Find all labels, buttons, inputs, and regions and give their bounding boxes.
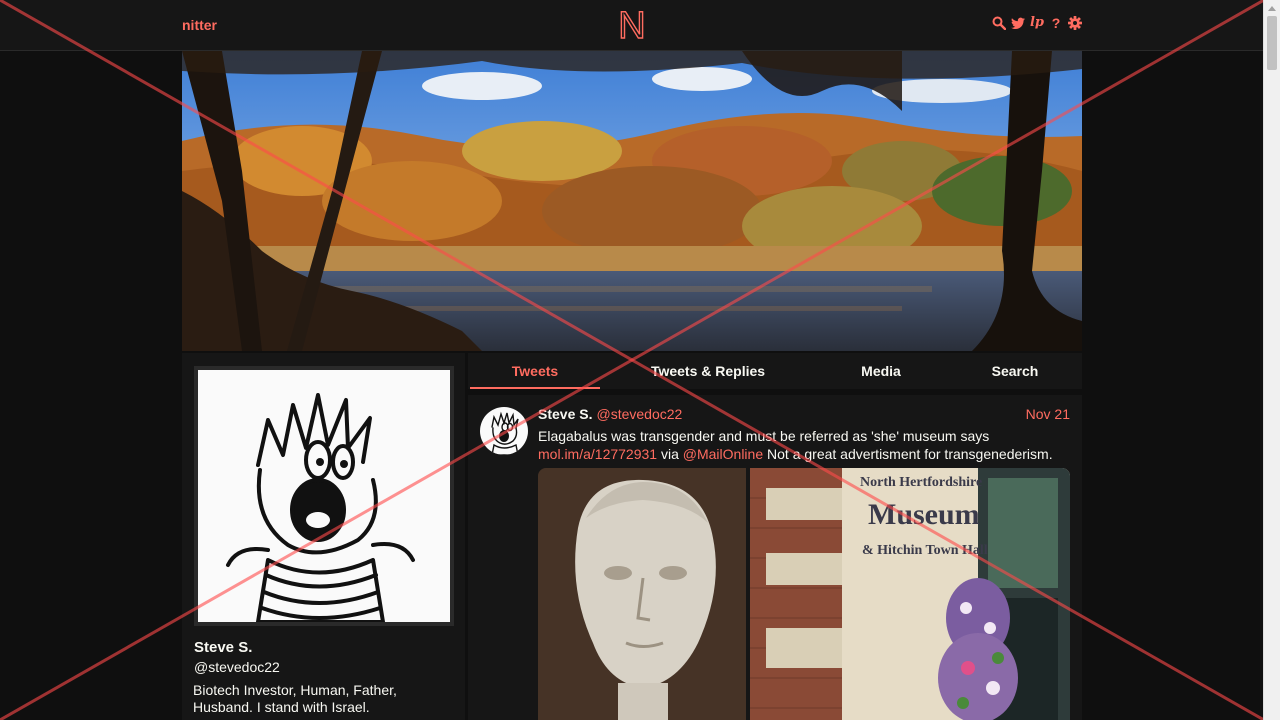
tweet-text-via: via xyxy=(657,446,683,462)
tab-tweets-replies[interactable]: Tweets & Replies xyxy=(602,353,814,389)
scroll-up-arrow-icon[interactable] xyxy=(1268,6,1276,11)
nav-icons: lp ? xyxy=(992,16,1082,30)
museum-sign-line3: & Hitchin Town Hall xyxy=(862,543,988,558)
tweet-content: Elagabalus was transgender and must be r… xyxy=(538,427,1068,463)
tweet-date[interactable]: Nov 21 xyxy=(1026,406,1070,422)
museum-sign-line2: Museum xyxy=(868,498,980,531)
profile-username[interactable]: @stevedoc22 xyxy=(194,659,280,675)
search-icon[interactable] xyxy=(992,16,1006,30)
timeline-tabs: Tweets Tweets & Replies Media Search xyxy=(468,353,1082,389)
tweet-fullname[interactable]: Steve S. xyxy=(538,406,592,422)
profile-avatar[interactable] xyxy=(194,366,454,626)
gear-icon[interactable] xyxy=(1068,16,1082,30)
tab-tweets[interactable]: Tweets xyxy=(468,353,602,389)
tweet-avatar[interactable] xyxy=(480,407,528,455)
brand-link[interactable]: nitter xyxy=(182,17,217,33)
avatar-image xyxy=(198,370,450,622)
logo-letter: N xyxy=(618,7,645,43)
liberapay-icon[interactable]: lp xyxy=(1030,16,1044,30)
museum-sign-line1: North Hertfordshire xyxy=(860,475,982,490)
timeline: Tweets Tweets & Replies Media Search Ste… xyxy=(468,353,1082,720)
twitter-bird-icon[interactable] xyxy=(1011,16,1025,30)
tab-search[interactable]: Search xyxy=(948,353,1082,389)
attachment-image-museum[interactable]: North Hertfordshire Museum & Hitchin Tow… xyxy=(750,468,1070,720)
navbar-inner: nitter N lp ? xyxy=(182,0,1082,50)
tweet-text-tail: Not a great advertisment for transgenede… xyxy=(763,446,1053,462)
tweet-link[interactable]: mol.im/a/12772931 xyxy=(538,446,657,462)
page-scrollbar[interactable] xyxy=(1263,0,1280,720)
tweet-item[interactable]: Steve S. @stevedoc22 Nov 21 Elagabalus wa… xyxy=(468,395,1082,720)
nitter-logo[interactable]: N xyxy=(618,4,647,47)
scrollbar-thumb[interactable] xyxy=(1267,16,1277,70)
tweet-attachments: North Hertfordshire Museum & Hitchin Tow… xyxy=(538,468,1070,720)
profile-fullname[interactable]: Steve S. xyxy=(194,639,252,656)
profile-banner[interactable] xyxy=(182,51,1082,351)
tweet-header: Steve S. @stevedoc22 xyxy=(538,406,682,422)
help-icon[interactable]: ? xyxy=(1049,16,1063,30)
attachment-image-bust[interactable] xyxy=(538,468,746,720)
tweet-mention[interactable]: @MailOnline xyxy=(683,446,763,462)
tab-media[interactable]: Media xyxy=(814,353,948,389)
top-navbar: nitter N lp ? xyxy=(0,0,1264,51)
tweet-text-main: Elagabalus was transgender and must be r… xyxy=(538,428,990,444)
profile-card: Steve S. @stevedoc22 Biotech Investor, H… xyxy=(182,353,465,720)
profile-bio: Biotech Investor, Human, Father, Husband… xyxy=(193,682,397,715)
tweet-username[interactable]: @stevedoc22 xyxy=(596,406,682,422)
